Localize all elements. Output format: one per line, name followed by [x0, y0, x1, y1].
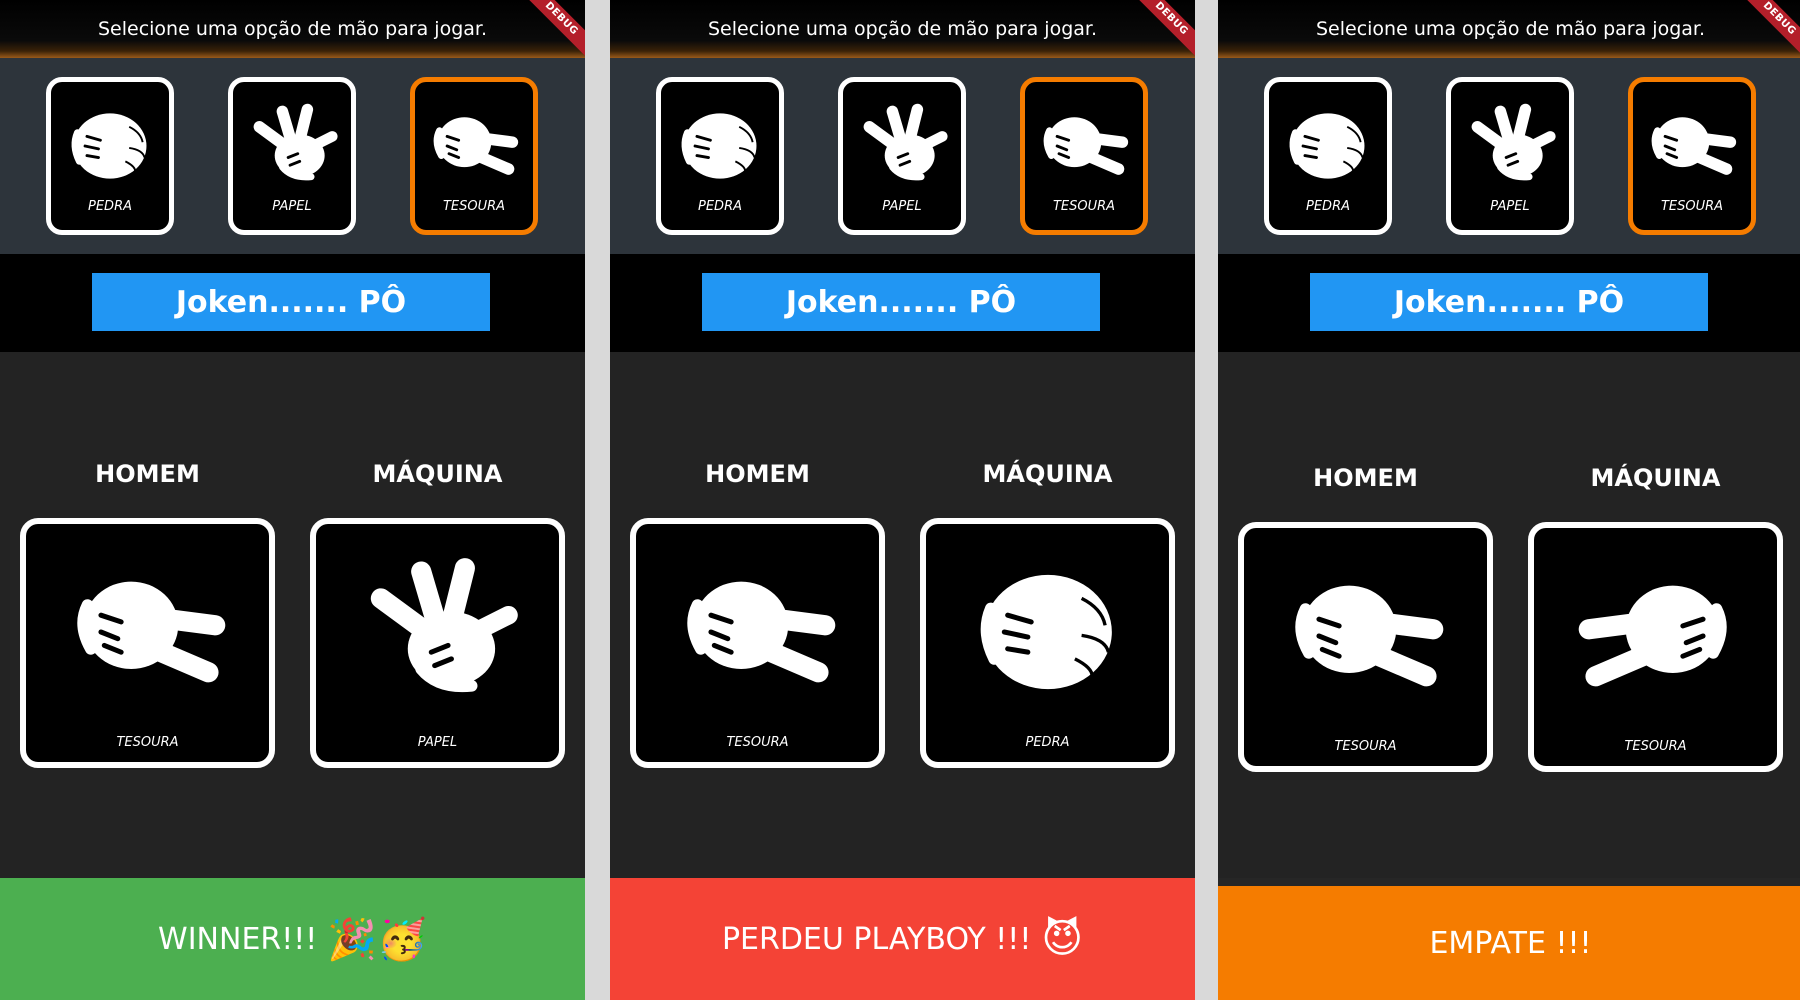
machine-title: MÁQUINA: [372, 460, 503, 488]
option-label: TESOURA: [442, 199, 506, 214]
play-button[interactable]: Joken....... PÔ: [702, 273, 1100, 331]
screen-lose: Selecione uma opção de mão para jogar. D…: [610, 0, 1195, 1000]
app-bar: Selecione uma opção de mão para jogar. D…: [610, 0, 1195, 61]
human-title: HOMEM: [1313, 464, 1418, 492]
devil-emoji-icon: 😈: [1041, 916, 1084, 962]
action-bar: Joken....... PÔ: [0, 254, 585, 352]
result-text: WINNER!!!: [158, 921, 318, 957]
machine-title: MÁQUINA: [1590, 464, 1721, 492]
option-tesoura[interactable]: TESOURA: [1628, 77, 1756, 235]
instruction-text: Selecione uma opção de mão para jogar.: [1315, 18, 1706, 40]
option-label: PEDRA: [88, 199, 132, 214]
result-banner: PERDEU PLAYBOY !!! 😈: [610, 878, 1195, 1000]
human-choice-card: TESOURA: [20, 518, 275, 768]
paper-hand-icon: [1462, 98, 1558, 194]
paper-hand-icon: [854, 98, 950, 194]
human-choice-label: TESOURA: [726, 735, 789, 750]
rock-hand-icon: [1280, 98, 1376, 194]
option-tesoura[interactable]: TESOURA: [410, 77, 538, 235]
scissors-hand-icon: [658, 548, 858, 716]
scissors-hand-icon: [48, 548, 248, 716]
option-pedra[interactable]: PEDRA: [656, 77, 784, 235]
battle-area: HOMEM MÁQUINA TESOURA PEDRA: [610, 352, 1195, 878]
screen-draw: Selecione uma opção de mão para jogar. D…: [1218, 0, 1800, 1000]
option-label: PAPEL: [1490, 199, 1530, 214]
app-bar: Selecione uma opção de mão para jogar. D…: [0, 0, 585, 61]
option-pedra[interactable]: PEDRA: [1264, 77, 1392, 235]
action-bar: Joken....... PÔ: [1218, 254, 1800, 352]
play-button[interactable]: Joken....... PÔ: [1310, 273, 1708, 331]
result-text: EMPATE !!!: [1429, 925, 1592, 961]
option-papel[interactable]: PAPEL: [228, 77, 356, 235]
app-bar: Selecione uma opção de mão para jogar. D…: [1218, 0, 1800, 61]
scissors-hand-icon: [426, 98, 522, 194]
machine-choice-label: PAPEL: [417, 735, 458, 750]
option-papel[interactable]: PAPEL: [838, 77, 966, 235]
hand-options-row: PEDRA PAPEL TESOURA: [610, 58, 1195, 254]
machine-title: MÁQUINA: [982, 460, 1113, 488]
human-choice-card: TESOURA: [630, 518, 885, 768]
option-label: TESOURA: [1660, 199, 1724, 214]
option-papel[interactable]: PAPEL: [1446, 77, 1574, 235]
battle-area: HOMEM MÁQUINA TESOURA PAPEL: [0, 352, 585, 878]
machine-choice-card: PAPEL: [310, 518, 565, 768]
result-text: PERDEU PLAYBOY !!!: [721, 921, 1032, 957]
result-banner: WINNER!!! 🎉🥳: [0, 878, 585, 1000]
scissors-hand-icon: [1556, 552, 1756, 720]
hand-options-row: PEDRA PAPEL TESOURA: [0, 58, 585, 254]
rock-hand-icon: [948, 548, 1148, 716]
machine-choice-label: PEDRA: [1025, 735, 1070, 750]
human-choice-label: TESOURA: [116, 735, 179, 750]
battle-area: HOMEM MÁQUINA TESOURA TESOURA: [1218, 352, 1800, 878]
machine-choice-card: PEDRA: [920, 518, 1175, 768]
paper-hand-icon: [244, 98, 340, 194]
machine-choice-card: TESOURA: [1528, 522, 1783, 772]
scissors-hand-icon: [1266, 552, 1466, 720]
rock-hand-icon: [62, 98, 158, 194]
option-tesoura[interactable]: TESOURA: [1020, 77, 1148, 235]
result-banner: EMPATE !!!: [1218, 886, 1800, 1000]
play-button[interactable]: Joken....... PÔ: [92, 273, 490, 331]
option-label: TESOURA: [1052, 199, 1116, 214]
option-label: PAPEL: [882, 199, 922, 214]
option-label: PEDRA: [698, 199, 742, 214]
paper-hand-icon: [338, 548, 538, 716]
option-label: PAPEL: [272, 199, 312, 214]
screen-winner: Selecione uma opção de mão para jogar. D…: [0, 0, 585, 1000]
party-emoji-icon: 🎉🥳: [327, 916, 427, 963]
option-pedra[interactable]: PEDRA: [46, 77, 174, 235]
scissors-hand-icon: [1644, 98, 1740, 194]
debug-banner: DEBUG: [1737, 0, 1800, 61]
human-title: HOMEM: [705, 460, 810, 488]
human-choice-card: TESOURA: [1238, 522, 1493, 772]
debug-banner: DEBUG: [519, 0, 585, 61]
action-bar: Joken....... PÔ: [610, 254, 1195, 352]
instruction-text: Selecione uma opção de mão para jogar.: [707, 18, 1098, 40]
instruction-text: Selecione uma opção de mão para jogar.: [97, 18, 488, 40]
human-title: HOMEM: [95, 460, 200, 488]
rock-hand-icon: [672, 98, 768, 194]
scissors-hand-icon: [1036, 98, 1132, 194]
option-label: PEDRA: [1306, 199, 1350, 214]
debug-banner: DEBUG: [1129, 0, 1195, 61]
hand-options-row: PEDRA PAPEL TESOURA: [1218, 58, 1800, 254]
machine-choice-label: TESOURA: [1624, 739, 1687, 754]
human-choice-label: TESOURA: [1334, 739, 1397, 754]
